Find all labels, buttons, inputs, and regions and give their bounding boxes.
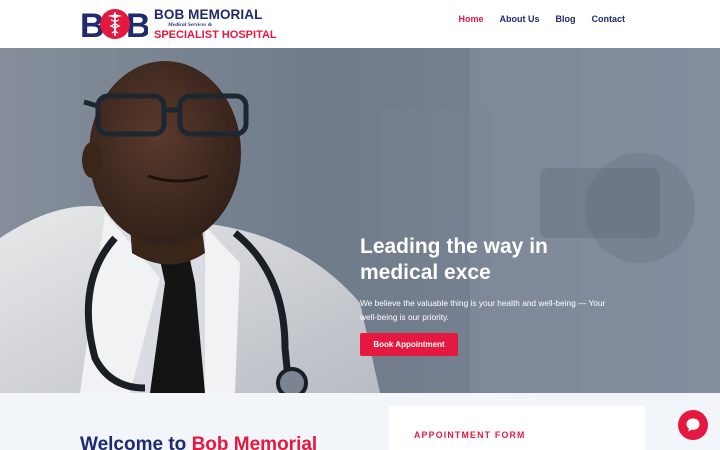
nav-contact[interactable]: Contact — [584, 13, 634, 25]
nav-blog[interactable]: Blog — [548, 13, 584, 25]
welcome-heading: Welcome to Bob Memorial — [80, 434, 317, 450]
site-logo[interactable]: B B BOB MEMORIAL Medical Services & SPEC… — [80, 6, 277, 42]
logo-mark: B B — [80, 8, 148, 40]
logo-text: BOB MEMORIAL Medical Services & SPECIALI… — [154, 6, 277, 42]
hero-description: We believe the valuable thing is your he… — [360, 298, 606, 322]
hero-title: Leading the way in medical exce — [360, 235, 548, 284]
nav-about-us[interactable]: About Us — [492, 13, 548, 25]
welcome-accent: Bob Memorial — [191, 434, 318, 450]
nav-home[interactable]: Home — [450, 13, 491, 25]
appointment-form-label: APPOINTMENT FORM — [414, 430, 526, 440]
hero-section: Leading the way in medical exce We belie… — [0, 48, 720, 393]
main-nav: Home About Us Blog Contact — [450, 13, 633, 25]
site-header: B B BOB MEMORIAL Medical Services & SPEC… — [0, 0, 720, 48]
logo-tagline: SPECIALIST HOSPITAL — [154, 29, 277, 41]
logo-title: BOB MEMORIAL — [154, 7, 263, 22]
chat-bubble-icon — [686, 418, 700, 432]
chat-button[interactable] — [678, 410, 708, 440]
welcome-prefix: Welcome to — [80, 434, 192, 450]
appointment-form-card: APPOINTMENT FORM — [389, 406, 645, 450]
logo-subtitle: Medical Services & — [168, 22, 212, 28]
welcome-section: Welcome to Bob Memorial APPOINTMENT FORM — [0, 393, 720, 450]
book-appointment-button[interactable]: Book Appointment — [360, 333, 458, 356]
